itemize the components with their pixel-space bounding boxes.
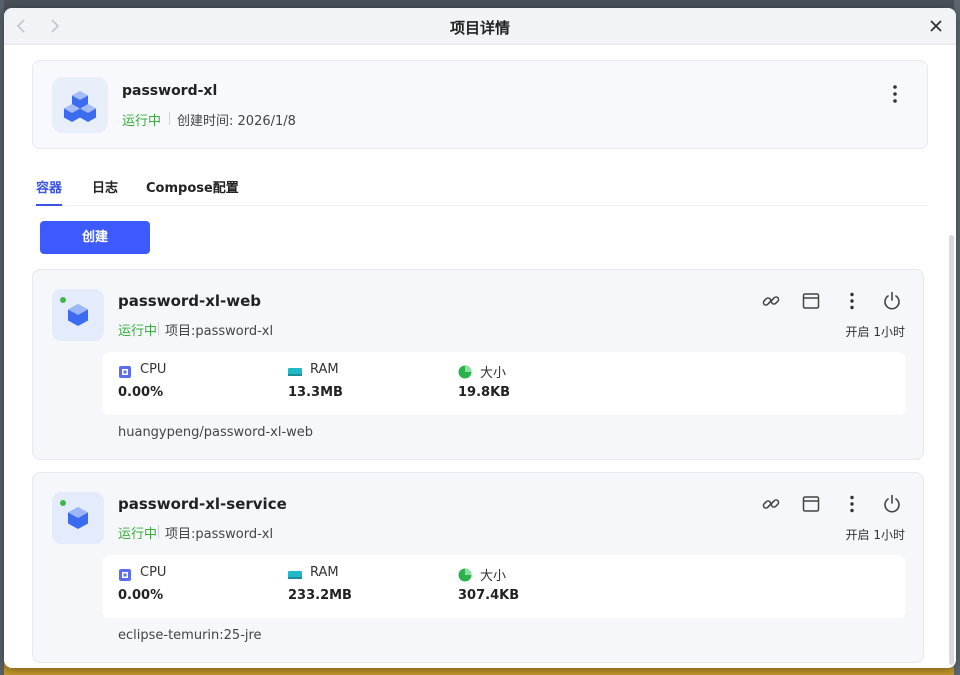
- ram-label: RAM: [310, 565, 339, 580]
- size-label: 大小: [480, 569, 507, 584]
- cpu-stat: CPU 0.00%: [118, 565, 268, 610]
- uptime-text: 开启 1小时: [845, 325, 905, 339]
- power-icon[interactable]: [881, 493, 903, 515]
- project-cubes-icon: [52, 77, 108, 133]
- size-stat: 大小 19.8KB: [458, 362, 608, 407]
- container-project: 项目:password-xl: [165, 523, 273, 542]
- pie-chart-icon: [458, 364, 472, 379]
- ram-icon: [288, 364, 302, 378]
- content-area: password-xl 运行中 创建时间: 2026/1/8 容器 日志 Com…: [4, 45, 956, 668]
- ram-value: 13.3MB: [288, 385, 343, 400]
- created-value: 2026/1/8: [237, 114, 296, 129]
- cpu-label: CPU: [140, 362, 167, 377]
- container-image: eclipse-temurin:25-jre: [118, 628, 262, 643]
- container-cube-icon: [52, 492, 104, 544]
- more-vertical-icon[interactable]: [841, 493, 863, 515]
- project-value: password-xl: [195, 527, 274, 542]
- link-icon[interactable]: [760, 290, 782, 312]
- container-cube-icon: [52, 289, 104, 341]
- tab-containers[interactable]: 容器: [36, 177, 63, 206]
- project-label: 项目:: [165, 324, 196, 339]
- container-project: 项目:password-xl: [165, 320, 273, 339]
- size-value: 307.4KB: [458, 588, 520, 603]
- container-name[interactable]: password-xl-web: [118, 292, 261, 310]
- link-icon[interactable]: [760, 493, 782, 515]
- project-name: password-xl: [122, 83, 218, 99]
- more-vertical-icon[interactable]: [885, 81, 905, 107]
- project-detail-window: 项目详情 password-xl 运行中 创建时间: 2026/1/8 容器 日…: [4, 8, 956, 668]
- container-status: 运行中: [118, 527, 158, 542]
- window-icon[interactable]: [800, 493, 822, 515]
- tab-bar: 容器 日志 Compose配置: [32, 173, 928, 206]
- titlebar: 项目详情: [4, 8, 956, 45]
- project-created: 创建时间: 2026/1/8: [177, 110, 296, 129]
- divider: [169, 112, 170, 125]
- size-label: 大小: [480, 366, 507, 381]
- project-label: 项目:: [165, 527, 196, 542]
- created-label: 创建时间:: [177, 114, 234, 129]
- cpu-value: 0.00%: [118, 385, 164, 400]
- more-vertical-icon[interactable]: [841, 290, 863, 312]
- window-icon[interactable]: [800, 290, 822, 312]
- ram-value: 233.2MB: [288, 588, 352, 603]
- stats-panel: CPU 0.00% RAM 13.3MB 大小 19.8KB: [103, 352, 905, 415]
- pie-chart-icon: [458, 567, 472, 582]
- container-image: huangypeng/password-xl-web: [118, 425, 314, 440]
- running-indicator: [60, 297, 66, 303]
- tab-logs[interactable]: 日志: [92, 177, 118, 206]
- container-card: password-xl-web 运行中 项目:password-xl 开启 1小…: [32, 269, 924, 460]
- cpu-value: 0.00%: [118, 588, 164, 603]
- tab-compose-config[interactable]: Compose配置: [146, 177, 239, 206]
- window-title: 项目详情: [449, 19, 510, 37]
- create-button[interactable]: 创建: [40, 221, 150, 254]
- cpu-icon: [118, 364, 132, 378]
- ram-stat: RAM 233.2MB: [288, 565, 438, 610]
- cpu-stat: CPU 0.00%: [118, 362, 268, 407]
- running-indicator: [60, 500, 66, 506]
- size-value: 19.8KB: [458, 385, 511, 400]
- cpu-label: CPU: [140, 565, 167, 580]
- container-name[interactable]: password-xl-service: [118, 495, 287, 513]
- ram-icon: [288, 567, 302, 581]
- project-value: password-xl: [195, 324, 274, 339]
- divider: [158, 322, 159, 335]
- project-status: 运行中: [122, 114, 162, 129]
- project-summary-card: password-xl 运行中 创建时间: 2026/1/8: [32, 60, 928, 149]
- ram-label: RAM: [310, 362, 339, 377]
- ram-stat: RAM 13.3MB: [288, 362, 438, 407]
- divider: [158, 525, 159, 538]
- container-status: 运行中: [118, 324, 158, 339]
- size-stat: 大小 307.4KB: [458, 565, 608, 610]
- container-card: password-xl-service 运行中 项目:password-xl 开…: [32, 472, 924, 663]
- close-icon[interactable]: [926, 16, 946, 36]
- uptime-text: 开启 1小时: [845, 528, 905, 542]
- power-icon[interactable]: [881, 290, 903, 312]
- scrollbar[interactable]: [949, 235, 954, 665]
- stats-panel: CPU 0.00% RAM 233.2MB 大小 307.4KB: [103, 555, 905, 618]
- cpu-icon: [118, 567, 132, 581]
